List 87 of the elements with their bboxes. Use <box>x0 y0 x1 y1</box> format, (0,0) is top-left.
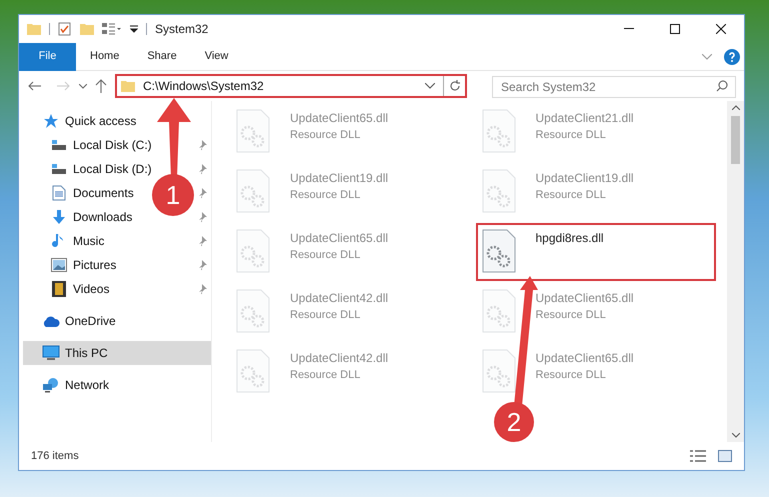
sidebar-item[interactable]: Music <box>31 229 112 253</box>
ribbon-tab[interactable]: View <box>190 42 242 70</box>
drive-icon <box>51 138 67 152</box>
pin-icon[interactable] <box>197 260 207 270</box>
file-name: UpdateClient19.dll <box>290 170 388 187</box>
chevron-down-icon[interactable] <box>425 83 435 89</box>
file-type: Resource DLL <box>536 188 607 203</box>
pin-icon[interactable] <box>197 212 207 222</box>
sidebar-item[interactable]: This PC <box>23 341 211 365</box>
ribbon-tab[interactable]: File <box>19 42 76 70</box>
gear-file-icon <box>236 109 270 153</box>
film-icon <box>52 281 66 297</box>
item-count: 176 items <box>31 448 79 464</box>
view-list-icon[interactable] <box>102 22 122 36</box>
gear-file-icon <box>236 289 270 333</box>
ribbon-tab[interactable]: Share <box>133 42 191 70</box>
file-name: UpdateClient42.dll <box>290 350 388 367</box>
file-type: Resource DLL <box>290 248 362 263</box>
file-type: Resource DLL <box>536 128 607 143</box>
star-icon <box>43 113 59 129</box>
file-type: Resource DLL <box>290 128 362 143</box>
picture-icon <box>51 258 67 272</box>
scroll-down-icon[interactable] <box>732 433 740 438</box>
close-icon[interactable] <box>716 24 726 34</box>
monitor-icon <box>42 345 60 361</box>
gear-file-icon <box>482 109 516 153</box>
scrollbar[interactable] <box>727 101 744 442</box>
gear-file-icon <box>236 349 270 393</box>
file-name: UpdateClient65.dll <box>290 230 388 247</box>
file-item[interactable]: hpgdi8res.dll <box>482 229 710 275</box>
sidebar-item[interactable]: OneDrive <box>23 309 124 333</box>
gear-file-icon <box>482 229 516 273</box>
file-name: UpdateClient65.dll <box>536 350 634 367</box>
address-path: C:\Windows\System32 <box>143 78 265 95</box>
file-type: Resource DLL <box>290 368 362 383</box>
sidebar-item[interactable]: Videos <box>31 277 118 301</box>
address-field[interactable]: C:\Windows\System32 <box>115 74 467 98</box>
pin-icon[interactable] <box>197 164 207 174</box>
customize-dropdown-icon[interactable] <box>130 25 138 33</box>
document-icon <box>52 185 66 201</box>
scroll-up-icon[interactable] <box>732 105 740 110</box>
folder-icon <box>121 80 135 92</box>
file-name: UpdateClient42.dll <box>290 290 388 307</box>
search-field[interactable]: Search System32 <box>492 76 736 98</box>
sidebar-item[interactable]: Network <box>23 373 118 397</box>
pin-icon[interactable] <box>197 284 207 294</box>
sidebar-item[interactable]: Quick access <box>23 109 144 133</box>
gear-file-icon <box>236 229 270 273</box>
refresh-icon[interactable] <box>448 80 460 92</box>
maximize-icon[interactable] <box>670 24 680 34</box>
scrollbar-thumb[interactable] <box>731 116 740 164</box>
file-type: Resource DLL <box>290 308 362 323</box>
gear-file-icon <box>482 349 516 393</box>
pin-icon[interactable] <box>197 140 207 150</box>
pin-icon[interactable] <box>197 236 207 246</box>
download-arrow-icon <box>51 209 67 225</box>
minimize-icon[interactable] <box>624 28 634 30</box>
sidebar-item[interactable]: Local Disk (C:) <box>31 133 160 157</box>
back-arrow-icon[interactable] <box>27 81 41 91</box>
window-title: System32 <box>155 21 208 38</box>
file-name: UpdateClient65.dll <box>536 290 634 307</box>
pin-icon[interactable] <box>197 188 207 198</box>
sidebar-item[interactable]: Downloads <box>31 205 140 229</box>
sidebar-item[interactable]: Pictures <box>31 253 124 277</box>
sidebar-item[interactable]: Documents <box>31 181 142 205</box>
file-name: UpdateClient65.dll <box>290 110 388 127</box>
ribbon-tab[interactable]: Home <box>76 42 134 70</box>
help-icon[interactable] <box>724 48 740 64</box>
cloud-icon <box>42 315 60 327</box>
file-type: Resource DLL <box>536 368 607 383</box>
gear-file-icon <box>482 289 516 333</box>
network-globe-icon <box>42 377 60 393</box>
large-icons-view-icon[interactable] <box>718 450 732 462</box>
file-name: UpdateClient19.dll <box>536 170 634 187</box>
up-arrow-icon[interactable] <box>95 79 107 93</box>
details-view-icon[interactable] <box>690 450 706 462</box>
file-type: Resource DLL <box>290 188 362 203</box>
search-icon[interactable] <box>716 80 728 92</box>
gear-file-icon <box>482 169 516 213</box>
file-type: Resource DLL <box>536 308 607 323</box>
drive-icon <box>51 162 67 176</box>
properties-check-icon[interactable] <box>58 22 72 36</box>
gear-file-icon <box>236 169 270 213</box>
file-name: hpgdi8res.dll <box>536 230 604 247</box>
file-name: UpdateClient21.dll <box>536 110 634 127</box>
recent-dropdown-icon[interactable] <box>79 84 87 88</box>
folder-icon <box>27 23 41 35</box>
